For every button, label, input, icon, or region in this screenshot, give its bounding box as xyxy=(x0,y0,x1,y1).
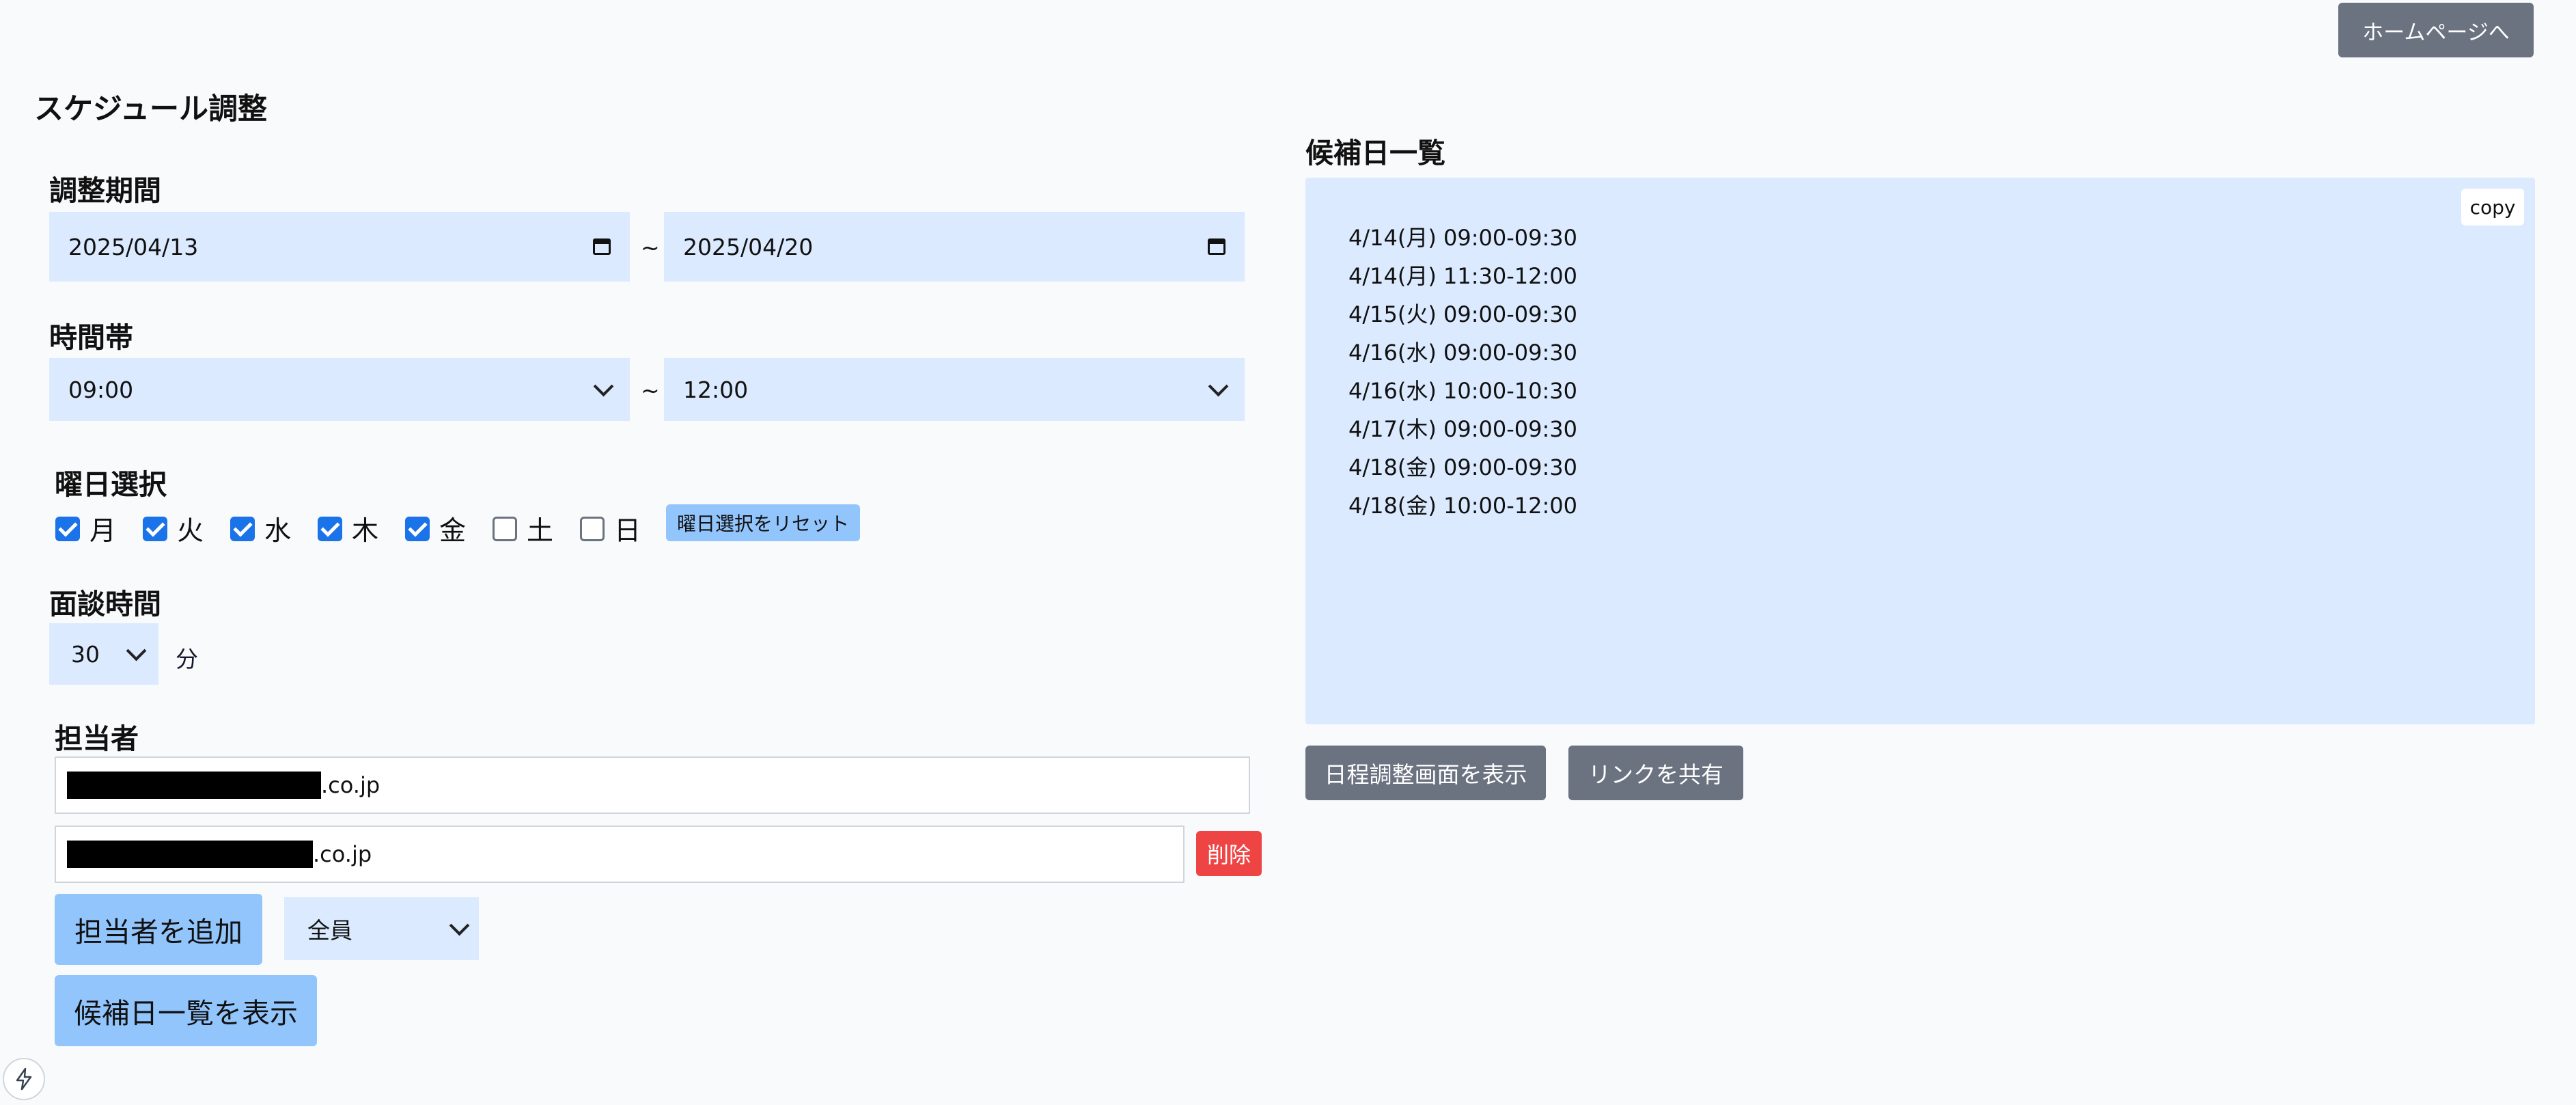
weekday-mon[interactable]: 月 xyxy=(55,510,116,548)
calendar-icon[interactable] xyxy=(593,238,611,255)
candidate-item: 4/16(水) 09:00-09:30 xyxy=(1348,340,1577,366)
lightning-icon[interactable] xyxy=(3,1058,45,1100)
weekday-sun[interactable]: 日 xyxy=(580,510,641,548)
period-label: 調整期間 xyxy=(49,174,161,207)
candidate-item: 4/18(金) 10:00-12:00 xyxy=(1348,493,1577,519)
assignee-mode-select[interactable]: 全員 xyxy=(284,897,479,960)
period-end-date[interactable]: 2025/04/20 xyxy=(664,212,1245,282)
weekday-sat-label: 土 xyxy=(527,516,554,547)
chevron-down-icon xyxy=(593,376,614,396)
candidate-list: 4/14(月) 09:00-09:30 4/14(月) 11:30-12:00 … xyxy=(1348,219,1577,525)
reset-weekdays-button[interactable]: 曜日選択をリセット xyxy=(666,504,860,541)
redacted-block xyxy=(67,772,321,799)
checkbox-fri[interactable] xyxy=(405,517,430,541)
assignee-email-1[interactable]: .co.jp xyxy=(55,756,1250,814)
period-separator: ~ xyxy=(641,234,660,261)
checkbox-wed[interactable] xyxy=(230,517,255,541)
weekday-tue[interactable]: 火 xyxy=(143,510,204,548)
assignees-label: 担当者 xyxy=(55,722,139,755)
checkbox-mon[interactable] xyxy=(55,517,80,541)
weekday-wed-label: 水 xyxy=(264,516,292,547)
assignee-email-2-suffix: .co.jp xyxy=(313,841,372,867)
duration-select[interactable]: 30 xyxy=(49,623,158,685)
checkbox-sun[interactable] xyxy=(580,517,605,541)
period-end-value: 2025/04/20 xyxy=(683,233,814,260)
weekday-wed[interactable]: 水 xyxy=(230,510,291,548)
checkbox-tue[interactable] xyxy=(143,517,167,541)
time-start-value: 09:00 xyxy=(68,376,134,403)
home-button[interactable]: ホームページへ xyxy=(2338,3,2534,57)
checkbox-thu[interactable] xyxy=(318,517,342,541)
assignee-mode-value: 全員 xyxy=(307,917,352,944)
time-start-select[interactable]: 09:00 xyxy=(49,358,630,421)
chevron-down-icon xyxy=(126,640,147,661)
add-assignee-button[interactable]: 担当者を追加 xyxy=(55,894,262,965)
period-start-date[interactable]: 2025/04/13 xyxy=(49,212,630,282)
calendar-icon[interactable] xyxy=(1208,238,1225,255)
time-end-value: 12:00 xyxy=(683,376,749,403)
assignee-email-2[interactable]: .co.jp xyxy=(55,826,1185,883)
show-schedule-button[interactable]: 日程調整画面を表示 xyxy=(1305,746,1546,800)
duration-label: 面談時間 xyxy=(49,588,161,620)
checkbox-sat[interactable] xyxy=(493,517,517,541)
weekday-sat[interactable]: 土 xyxy=(493,510,553,548)
candidate-item: 4/14(月) 09:00-09:30 xyxy=(1348,225,1577,251)
copy-button[interactable]: copy xyxy=(2461,189,2524,226)
time-separator: ~ xyxy=(641,377,660,404)
weekday-fri[interactable]: 金 xyxy=(405,510,466,548)
weekday-sun-label: 日 xyxy=(614,516,641,547)
share-link-button[interactable]: リンクを共有 xyxy=(1568,746,1743,800)
page-title: スケジュール調整 xyxy=(34,92,267,126)
candidates-panel: copy 4/14(月) 09:00-09:30 4/14(月) 11:30-1… xyxy=(1305,178,2535,724)
weekday-tue-label: 火 xyxy=(177,516,204,547)
time-range-label: 時間帯 xyxy=(49,321,133,354)
redacted-block xyxy=(67,841,313,868)
time-end-select[interactable]: 12:00 xyxy=(664,358,1245,421)
delete-assignee-button[interactable]: 削除 xyxy=(1196,831,1262,876)
weekday-fri-label: 金 xyxy=(439,516,467,547)
candidate-item: 4/14(月) 11:30-12:00 xyxy=(1348,263,1577,289)
candidate-item: 4/18(金) 09:00-09:30 xyxy=(1348,454,1577,480)
weekday-label: 曜日選択 xyxy=(55,468,167,501)
assignee-email-1-suffix: .co.jp xyxy=(321,772,380,798)
duration-value: 30 xyxy=(71,640,100,668)
show-candidates-button[interactable]: 候補日一覧を表示 xyxy=(55,975,317,1046)
weekday-thu-label: 木 xyxy=(352,516,379,547)
weekday-thu[interactable]: 木 xyxy=(318,510,378,548)
candidate-item: 4/16(水) 10:00-10:30 xyxy=(1348,378,1577,404)
duration-unit: 分 xyxy=(176,646,198,672)
weekday-mon-label: 月 xyxy=(89,516,117,547)
candidate-item: 4/15(火) 09:00-09:30 xyxy=(1348,301,1577,327)
candidate-item: 4/17(木) 09:00-09:30 xyxy=(1348,416,1577,442)
chevron-down-icon xyxy=(1208,376,1229,396)
chevron-down-icon xyxy=(449,915,470,936)
candidates-label: 候補日一覧 xyxy=(1305,137,1445,169)
period-start-value: 2025/04/13 xyxy=(68,233,199,260)
